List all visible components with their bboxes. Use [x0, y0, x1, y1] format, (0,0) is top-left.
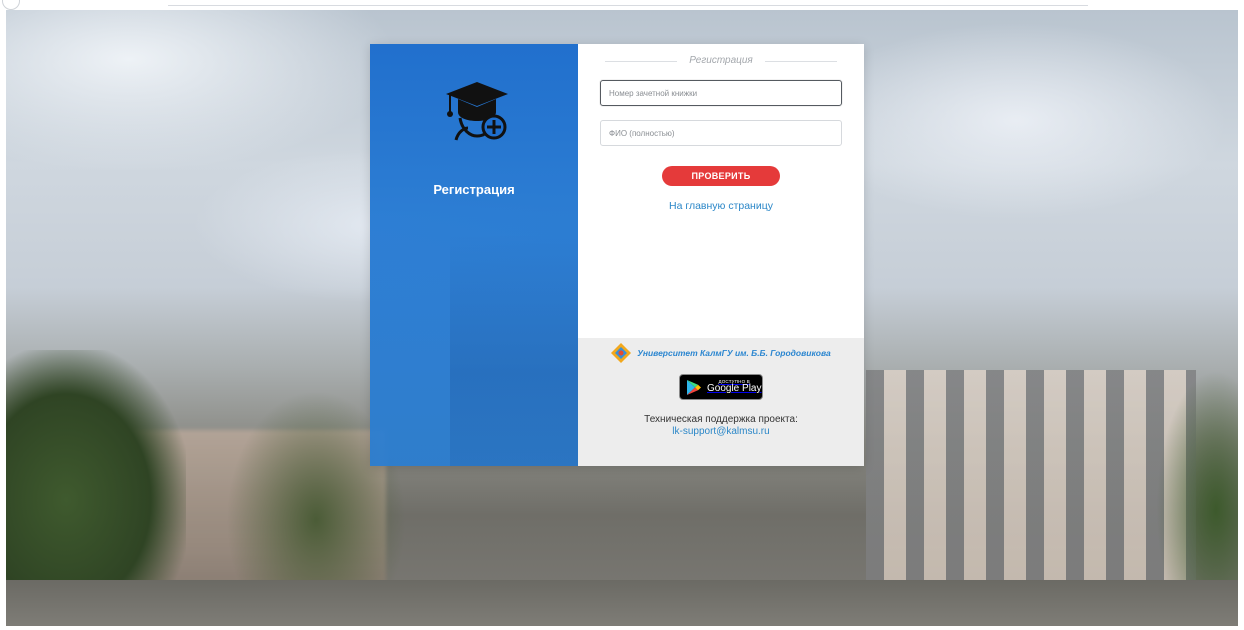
title-line-left	[605, 61, 677, 62]
registration-form: Регистрация ПРОВЕРИТЬ На главную страниц…	[578, 44, 864, 338]
support-email-link[interactable]: lk-support@kalmsu.ru	[578, 426, 864, 437]
home-page-link[interactable]: На главную страницу	[578, 200, 864, 212]
google-play-badge[interactable]: доступно в Google Play	[679, 374, 763, 400]
support-label: Техническая поддержка проекта:	[644, 414, 798, 425]
google-play-big-text: Google Play	[707, 383, 762, 395]
university-name: Университет КалмГУ им. Б.Б. Городовикова	[637, 348, 831, 358]
form-footer: Университет КалмГУ им. Б.Б. Городовикова…	[578, 338, 864, 466]
graduation-cap-add-icon	[446, 82, 508, 141]
title-line-right	[765, 61, 837, 62]
university-logo-icon	[611, 343, 632, 363]
form-section-title-text: Регистрация	[689, 55, 753, 66]
full-name-input[interactable]	[600, 120, 842, 146]
browser-top-strip	[0, 0, 1244, 10]
google-play-text: доступно в Google Play	[707, 379, 762, 395]
registration-form-panel: Регистрация ПРОВЕРИТЬ На главную страниц…	[578, 44, 864, 466]
registration-card: Регистрация Регистрация ПРОВЕРИТЬ На гла…	[370, 44, 864, 466]
check-button[interactable]: ПРОВЕРИТЬ	[662, 166, 780, 186]
side-panel-shade	[450, 234, 578, 466]
google-play-icon	[687, 379, 701, 395]
record-book-number-input[interactable]	[600, 80, 842, 106]
top-divider	[168, 5, 1088, 6]
tab-circle	[2, 0, 20, 10]
background-ground	[6, 580, 1238, 626]
university-row: Университет КалмГУ им. Б.Б. Городовикова	[578, 342, 864, 364]
side-panel-title: Регистрация	[433, 182, 515, 197]
form-section-title: Регистрация	[578, 55, 864, 66]
registration-side-panel: Регистрация	[370, 44, 578, 466]
